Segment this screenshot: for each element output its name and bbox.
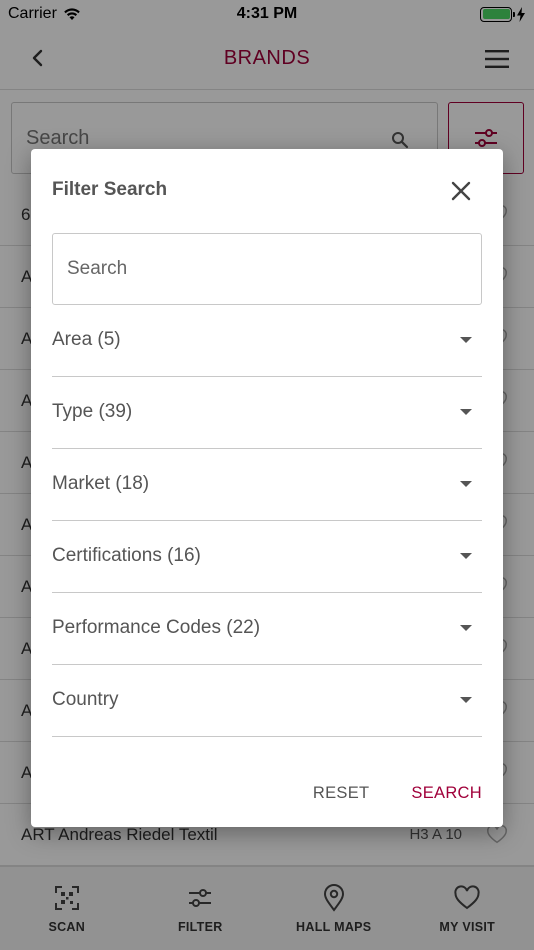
- chevron-down-icon: [460, 552, 472, 559]
- close-icon[interactable]: [449, 179, 473, 203]
- dropdown-label: Type (39): [52, 400, 133, 422]
- dropdown-certifications[interactable]: Certifications (16): [52, 521, 482, 593]
- chevron-down-icon: [460, 408, 472, 415]
- modal-search-placeholder: Search: [67, 258, 128, 279]
- reset-button[interactable]: RESET: [313, 784, 370, 803]
- dropdown-type[interactable]: Type (39): [52, 377, 482, 449]
- dropdown-label: Area (5): [52, 328, 121, 350]
- dropdown-country[interactable]: Country: [52, 665, 482, 737]
- modal-title: Filter Search: [52, 179, 168, 200]
- dropdown-label: Country: [52, 688, 119, 710]
- dropdown-label: Performance Codes (22): [52, 616, 261, 638]
- dropdown-area[interactable]: Area (5): [52, 305, 482, 377]
- dropdown-market[interactable]: Market (18): [52, 449, 482, 521]
- chevron-down-icon: [460, 336, 472, 343]
- chevron-down-icon: [460, 480, 472, 487]
- modal-actions: RESET SEARCH: [313, 784, 482, 803]
- dropdown-label: Market (18): [52, 472, 150, 494]
- dropdown-label: Certifications (16): [52, 544, 201, 566]
- filter-modal: Filter Search Search Area (5) Type (39) …: [31, 149, 503, 827]
- search-button[interactable]: SEARCH: [411, 784, 482, 803]
- chevron-down-icon: [460, 624, 472, 631]
- modal-search-input[interactable]: Search: [52, 233, 482, 305]
- dropdown-performance-codes[interactable]: Performance Codes (22): [52, 593, 482, 665]
- chevron-down-icon: [460, 696, 472, 703]
- filter-dropdowns: Area (5) Type (39) Market (18) Certifica…: [52, 305, 482, 737]
